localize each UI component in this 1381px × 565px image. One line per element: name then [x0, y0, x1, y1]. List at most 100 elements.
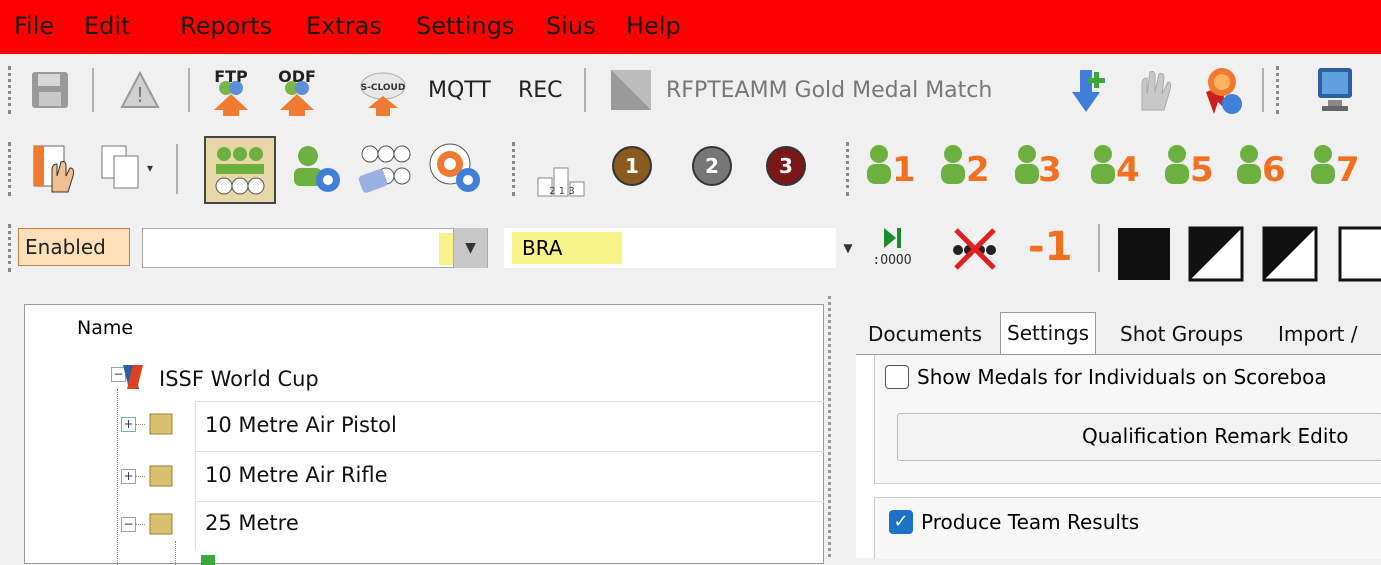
- position-number: 6: [1262, 150, 1286, 190]
- position-number: 7: [1336, 150, 1360, 190]
- team-targets-button[interactable]: [204, 136, 276, 204]
- svg-text:!: !: [136, 83, 144, 107]
- menu-file[interactable]: File: [14, 12, 54, 40]
- event-grid-icon: [149, 513, 173, 535]
- person-icon: [867, 145, 891, 184]
- half-diagonal-icon[interactable]: [1188, 226, 1244, 282]
- podium-icon[interactable]: 2 1 3: [536, 158, 588, 198]
- next-shooter-icon[interactable]: :OOOO: [870, 224, 914, 270]
- half-diagonal-alt-icon[interactable]: [1262, 226, 1318, 282]
- expand-icon[interactable]: +: [121, 469, 136, 484]
- menu-reports[interactable]: Reports: [180, 12, 272, 40]
- tree-item-air-rifle[interactable]: 10 Metre Air Rifle: [205, 463, 388, 487]
- menu-bar: File Edit Reports Extras Settings Sius H…: [0, 0, 1381, 54]
- delete-shot-icon[interactable]: [950, 224, 1000, 272]
- enabled-toggle[interactable]: Enabled: [18, 228, 130, 266]
- position-number: 5: [1190, 150, 1214, 190]
- person-icon: [1165, 145, 1189, 184]
- hand-document-icon[interactable]: [30, 142, 80, 196]
- toolbar-grip[interactable]: [8, 224, 17, 272]
- tree-connector: [117, 389, 118, 565]
- toolbar-grip[interactable]: [846, 142, 855, 196]
- nation-combo[interactable]: BRA: [504, 228, 836, 268]
- event-grid-icon: [149, 413, 173, 435]
- settings-tab-content: Show Medals for Individuals on Scoreboa …: [856, 354, 1381, 559]
- position-number: 2: [966, 150, 990, 190]
- target-refresh-icon[interactable]: [426, 140, 486, 198]
- silver-medal-2-button[interactable]: 2: [692, 146, 732, 186]
- tab-import[interactable]: Import /: [1274, 318, 1361, 356]
- tree-header: Name: [25, 305, 823, 353]
- panel-splitter[interactable]: [828, 296, 836, 557]
- scoreboard-group: Show Medals for Individuals on Scoreboa …: [874, 355, 1381, 484]
- menu-settings[interactable]: Settings: [416, 12, 514, 40]
- ftp-upload-icon[interactable]: FTP: [206, 64, 256, 116]
- collapse-icon[interactable]: −: [121, 517, 136, 532]
- gold-medal-1-button[interactable]: 1: [612, 146, 652, 186]
- qualification-remark-editor-button[interactable]: Qualification Remark Edito: [897, 413, 1381, 461]
- toolbar-grip[interactable]: [8, 66, 17, 114]
- toolbar-grip[interactable]: [512, 142, 521, 196]
- tab-documents[interactable]: Documents: [864, 318, 986, 356]
- event-combo-dropdown-icon[interactable]: ▼: [453, 228, 487, 268]
- position-number: 4: [1116, 150, 1140, 190]
- s-cloud-upload-icon[interactable]: S-CLOUD: [356, 64, 410, 116]
- qualification-remark-editor-label: Qualification Remark Edito: [1082, 424, 1349, 448]
- rec-button[interactable]: REC: [518, 78, 563, 103]
- toolbar-separator: [92, 68, 94, 112]
- menu-sius[interactable]: Sius: [546, 12, 596, 40]
- podium-label: 2 1 3: [549, 186, 574, 197]
- tree-connector: [135, 424, 145, 425]
- tab-settings[interactable]: Settings: [1000, 312, 1097, 356]
- black-square-icon[interactable]: [1116, 226, 1172, 282]
- add-down-arrow-icon[interactable]: [1062, 66, 1112, 116]
- produce-team-results-checkbox[interactable]: ✓: [889, 510, 913, 534]
- toolbar-separator: [188, 68, 190, 112]
- position-number: 3: [1038, 150, 1062, 190]
- hand-disabled-icon[interactable]: [1128, 66, 1178, 116]
- event-tree-panel: Name − ISSF World Cup + 10 Metre Air Pis…: [24, 304, 824, 565]
- warning-icon[interactable]: !: [118, 68, 162, 112]
- toolbar-row-2: ▾ 2 1 3 1 2 3 1 2 3 4 5 6 7: [0, 128, 1381, 210]
- toolbar-grip[interactable]: [8, 142, 17, 196]
- show-medals-checkbox[interactable]: [885, 365, 909, 389]
- tree-item-air-pistol[interactable]: 10 Metre Air Pistol: [205, 413, 397, 437]
- copy-dropdown-icon[interactable]: ▾: [142, 158, 158, 178]
- tree-connector: [135, 476, 145, 477]
- toolbar-grip[interactable]: [1276, 66, 1285, 114]
- person-icon: [1015, 145, 1039, 184]
- targets-eraser-icon[interactable]: [356, 140, 414, 198]
- nation-combo-dropdown-icon[interactable]: ▼: [836, 236, 860, 260]
- tree-item-25-metre[interactable]: 25 Metre: [205, 511, 299, 535]
- event-grid-icon: [149, 465, 173, 487]
- event-combo[interactable]: ▼: [142, 228, 488, 268]
- next-shooter-label: :OOOO: [872, 253, 911, 268]
- tree-connector: [175, 541, 176, 565]
- award-refresh-icon[interactable]: [1196, 64, 1246, 118]
- team-refresh-icon[interactable]: [288, 140, 344, 198]
- tab-shot-groups[interactable]: Shot Groups: [1116, 318, 1247, 356]
- menu-help[interactable]: Help: [626, 12, 681, 40]
- bronze-medal-3-button[interactable]: 3: [766, 146, 806, 186]
- tree-root-label[interactable]: ISSF World Cup: [159, 367, 319, 391]
- tree-header-name[interactable]: Name: [77, 317, 133, 339]
- match-name-label: RFPTEAMM Gold Medal Match: [666, 78, 993, 103]
- ribbon-icon: [119, 361, 147, 391]
- odf-upload-icon[interactable]: ODF: [272, 64, 322, 116]
- match-icon: [608, 68, 654, 112]
- menu-edit[interactable]: Edit: [84, 12, 130, 40]
- monitor-icon[interactable]: [1296, 66, 1356, 116]
- expand-icon[interactable]: +: [121, 417, 136, 432]
- toolbar-row-1: ! FTP ODF S-CLOUD MQTT REC RFPTEAMM Gold…: [0, 54, 1381, 128]
- toolbar-row-3: Enabled ▼ BRA ▼ :OOOO -1: [0, 210, 1381, 288]
- mqtt-button[interactable]: MQTT: [428, 78, 491, 103]
- produce-team-results-label: Produce Team Results: [921, 510, 1140, 534]
- save-icon[interactable]: [28, 68, 72, 112]
- toolbar-separator: [1098, 224, 1100, 272]
- person-icon: [941, 145, 965, 184]
- minus-one-button[interactable]: -1: [1028, 224, 1072, 270]
- team-results-group: ✓ Produce Team Results: [874, 497, 1381, 559]
- copy-pages-icon[interactable]: [100, 144, 142, 192]
- white-square-icon[interactable]: [1338, 226, 1381, 282]
- menu-extras[interactable]: Extras: [306, 12, 382, 40]
